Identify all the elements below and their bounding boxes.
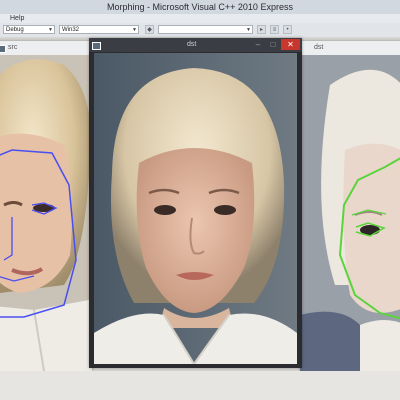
src-face-image	[0, 55, 92, 371]
platform-combo[interactable]: Win32 ▼	[59, 25, 139, 34]
config-combo-value: Debug	[6, 27, 24, 33]
dst-window-title: dst	[187, 41, 197, 48]
right-face-image	[300, 55, 400, 371]
bottom-strip	[0, 371, 400, 400]
toolbar-tool-icon[interactable]: ◆	[145, 25, 154, 34]
src-window-titlebar[interactable]: src	[0, 41, 92, 55]
ide-title: Morphing - Microsoft Visual C++ 2010 Exp…	[107, 2, 293, 12]
dst-face-drawing	[94, 53, 297, 364]
ide-title-bar: Morphing - Microsoft Visual C++ 2010 Exp…	[0, 0, 400, 15]
src-image-window[interactable]: src	[0, 41, 92, 371]
dropdown-arrow-icon: ▼	[48, 27, 53, 33]
config-combo[interactable]: Debug ▼	[3, 25, 55, 34]
maximize-icon[interactable]: □	[266, 39, 280, 50]
close-icon[interactable]: ✕	[281, 39, 300, 50]
dst-window-titlebar[interactable]: dst – □ ✕	[89, 38, 302, 52]
toolbar-misc-icon[interactable]: •	[283, 25, 292, 34]
menu-help[interactable]: Help	[10, 14, 24, 23]
platform-combo-value: Win32	[62, 27, 80, 33]
minimize-icon[interactable]: –	[251, 39, 265, 50]
dropdown-arrow-icon: ▼	[246, 27, 251, 33]
right-window-title: dst	[314, 44, 324, 51]
toolbar-options-icon[interactable]: ≡	[270, 25, 279, 34]
dropdown-arrow-icon: ▼	[132, 27, 137, 33]
window-icon	[0, 45, 6, 53]
window-icon	[92, 42, 101, 50]
right-face-drawing	[300, 55, 400, 371]
ide-toolbar: Debug ▼ Win32 ▼ ◆ ▼ ▸ ≡ •	[0, 23, 400, 38]
right-image-window[interactable]: dst	[300, 41, 400, 371]
src-window-title: src	[8, 44, 18, 51]
ide-menu-bar: Help	[0, 14, 400, 23]
src-face-drawing	[0, 55, 92, 371]
find-button-icon[interactable]: ▸	[257, 25, 266, 34]
dst-image-window[interactable]: dst – □ ✕	[89, 38, 302, 368]
right-window-titlebar[interactable]: dst	[300, 41, 400, 55]
find-combo[interactable]: ▼	[158, 25, 253, 34]
dst-face-image	[94, 53, 297, 364]
